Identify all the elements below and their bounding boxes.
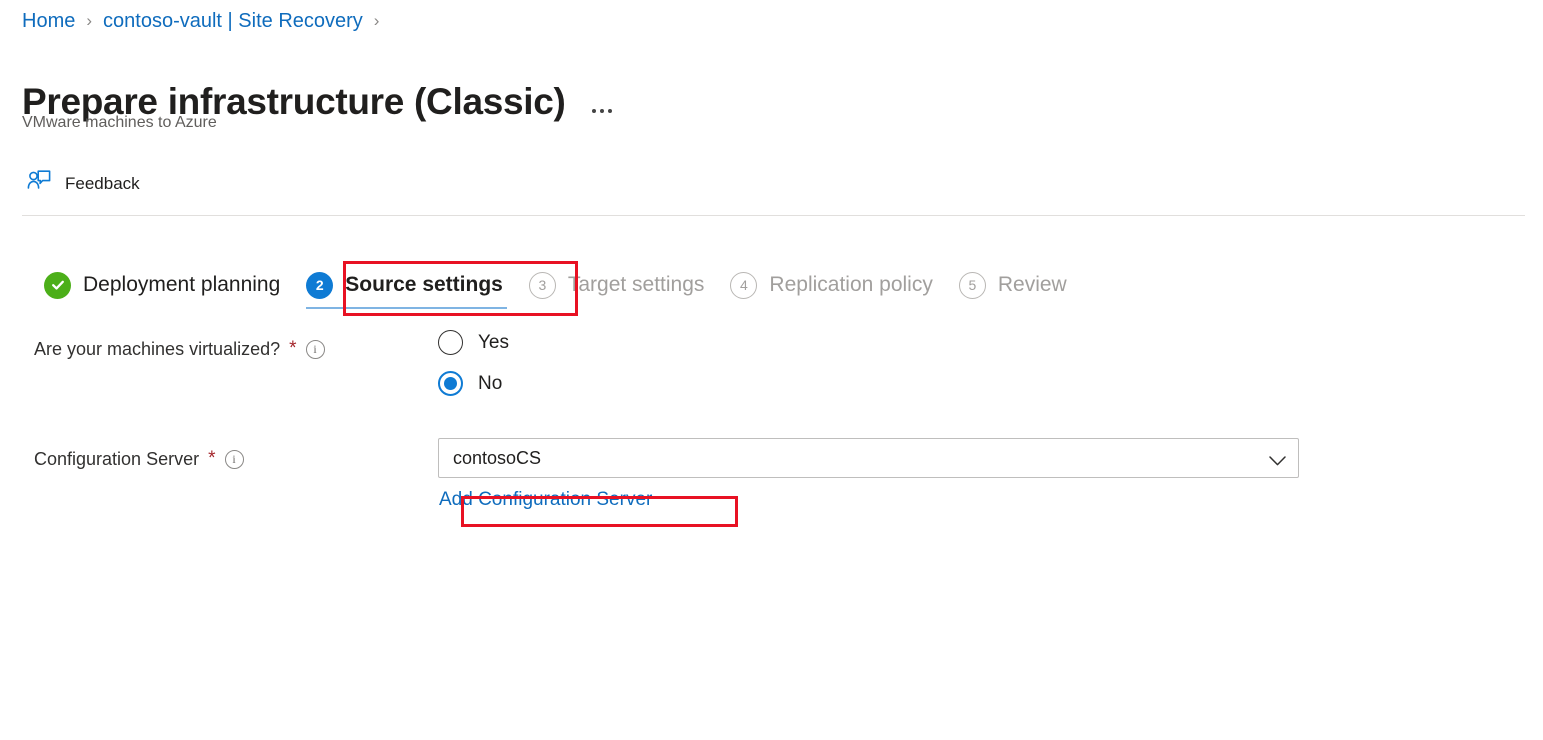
dot-3 <box>607 108 612 113</box>
title-row: Prepare infrastructure (Classic) <box>22 52 616 152</box>
wizard-step-replication-policy[interactable]: 4 Replication policy <box>720 261 948 311</box>
radio-circle-yes[interactable] <box>438 330 463 355</box>
feedback-label: Feedback <box>65 173 140 193</box>
feedback-button[interactable]: Feedback <box>22 162 150 205</box>
radio-group-virtualized: Yes No <box>438 330 1543 412</box>
more-options-icon[interactable] <box>588 79 616 125</box>
info-icon[interactable]: i <box>305 339 325 359</box>
dot-1 <box>591 108 596 113</box>
source-settings-form: Are your machines virtualized? * i Yes N… <box>0 330 1543 538</box>
field-configuration-server: Configuration Server * i contosoCS Add C… <box>0 438 1543 512</box>
wizard-step-review[interactable]: 5 Review <box>949 261 1083 311</box>
radio-option-no[interactable]: No <box>438 371 502 396</box>
configuration-server-value: contosoCS <box>453 447 542 468</box>
wizard-step-label: Target settings <box>567 273 705 296</box>
breadcrumb-separator-icon: › <box>86 11 93 30</box>
wizard-step-label: Deployment planning <box>83 273 281 296</box>
add-configuration-server-link[interactable]: Add Configuration Server <box>439 487 652 512</box>
wizard-step-label: Review <box>997 273 1067 296</box>
command-bar: Feedback <box>22 162 150 205</box>
wizard-step-deployment-planning[interactable]: Deployment planning <box>34 261 296 311</box>
field-label: Are your machines virtualized? * i <box>0 330 438 362</box>
field-label: Configuration Server * i <box>0 438 438 472</box>
step-number-badge: 4 <box>730 271 758 299</box>
radio-label-no: No <box>478 372 503 394</box>
check-circle-icon <box>44 271 71 299</box>
breadcrumb-item-vault[interactable]: contoso-vault | Site Recovery <box>103 8 363 34</box>
breadcrumb-separator-icon-2: › <box>373 11 380 30</box>
wizard-steps: Deployment planning 2 Source settings 3 … <box>34 261 1083 311</box>
radio-circle-no[interactable] <box>438 371 463 396</box>
required-marker: * <box>289 338 297 359</box>
feedback-icon <box>26 168 52 199</box>
radio-label-yes: Yes <box>478 331 509 353</box>
chevron-down-icon <box>1269 453 1286 466</box>
wizard-step-target-settings[interactable]: 3 Target settings <box>519 261 721 311</box>
info-icon[interactable]: i <box>224 449 244 469</box>
wizard-step-label: Source settings <box>345 273 503 296</box>
wizard-step-source-settings[interactable]: 2 Source settings <box>296 261 519 311</box>
radio-option-yes[interactable]: Yes <box>438 330 509 355</box>
breadcrumb: Home › contoso-vault | Site Recovery › <box>22 8 380 34</box>
configuration-server-dropdown[interactable]: contosoCS <box>438 438 1299 478</box>
command-bar-divider <box>22 215 1525 216</box>
configuration-server-control: contosoCS Add Configuration Server <box>438 438 1543 512</box>
step-number-badge: 3 <box>528 271 556 299</box>
step-number-badge: 5 <box>958 271 986 299</box>
azure-portal-blade: Home › contoso-vault | Site Recovery › P… <box>0 0 1543 740</box>
field-machines-virtualized: Are your machines virtualized? * i Yes N… <box>0 330 1543 412</box>
wizard-step-label: Replication policy <box>769 273 933 296</box>
step-number-badge: 2 <box>306 271 334 299</box>
required-marker: * <box>208 448 216 469</box>
page-subtitle: VMware machines to Azure <box>22 114 217 131</box>
label-text: Configuration Server <box>34 449 200 469</box>
breadcrumb-item-home[interactable]: Home <box>22 8 75 34</box>
label-text: Are your machines virtualized? <box>34 339 281 359</box>
dot-2 <box>599 108 604 113</box>
